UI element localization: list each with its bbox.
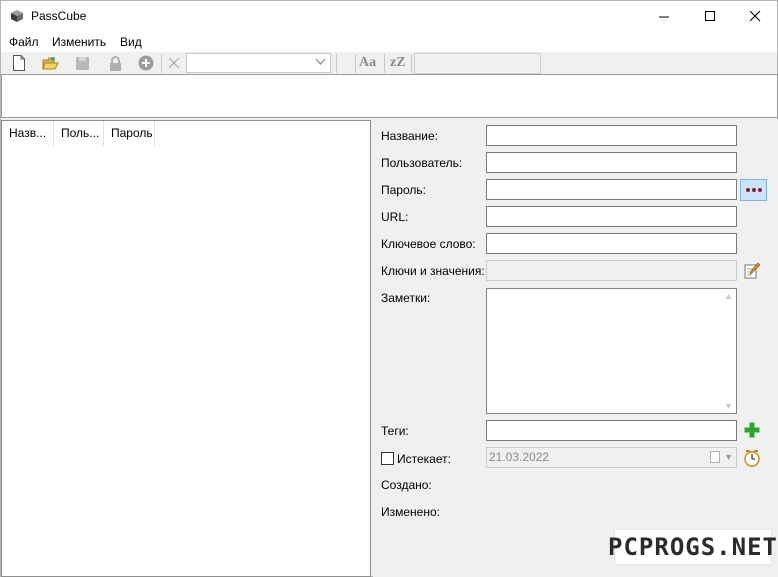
more-dots-icon (745, 188, 762, 192)
password-input[interactable] (486, 179, 737, 200)
details-panel: Название: Пользователь: Пароль: URL: Клю… (373, 119, 778, 577)
edit-note-icon[interactable] (743, 262, 761, 280)
case-sensitive-button[interactable]: Aa (359, 55, 376, 71)
chevron-down-icon (315, 58, 326, 65)
entry-description-area[interactable] (1, 74, 778, 118)
kv-input (486, 260, 737, 281)
open-file-button[interactable] (41, 54, 59, 72)
toolbar: Aa zZ (1, 52, 777, 74)
kv-label: Ключи и значения: (381, 264, 485, 278)
save-icon (75, 56, 89, 70)
clear-search-button[interactable] (165, 54, 183, 72)
expires-label: Истекает: (397, 452, 451, 466)
expires-date-picker: 21.03.2022 ▼ (486, 447, 737, 468)
name-input[interactable] (486, 125, 737, 146)
menu-view[interactable]: Вид (120, 35, 142, 49)
sort-button[interactable]: zZ (390, 55, 406, 71)
expires-checkbox[interactable] (381, 452, 394, 465)
close-icon (749, 11, 760, 22)
menu-bar: Файл Изменить Вид (1, 32, 777, 52)
search-combobox[interactable] (186, 53, 331, 73)
minimize-button[interactable] (641, 1, 687, 32)
toolbar-separator (355, 54, 356, 73)
save-button[interactable] (73, 54, 91, 72)
scroll-down-icon[interactable]: ▼ (724, 401, 733, 411)
title-bar: PassCube (1, 1, 777, 32)
menu-file[interactable]: Файл (9, 35, 39, 49)
add-entry-button[interactable] (137, 54, 155, 72)
window-title: PassCube (31, 9, 87, 23)
password-label: Пароль: (381, 183, 426, 197)
modified-label: Изменено: (381, 505, 440, 519)
app-window: PassCube Файл Изменить Вид Aa zZ Назв...… (0, 0, 778, 577)
maximize-icon (704, 11, 715, 21)
calendar-icon (710, 451, 720, 463)
scroll-up-icon[interactable]: ▲ (724, 291, 733, 301)
close-button[interactable] (732, 1, 778, 32)
entries-list[interactable]: Назв... Поль... Пароль (1, 120, 371, 577)
app-cube-icon (11, 10, 23, 22)
created-label: Создано: (381, 478, 432, 492)
keyword-input[interactable] (486, 233, 737, 254)
keyword-label: Ключевое слово: (381, 237, 476, 251)
user-input[interactable] (486, 152, 737, 173)
open-folder-icon (41, 56, 59, 69)
tags-label: Теги: (381, 424, 409, 438)
column-header-name[interactable]: Назв... (2, 121, 54, 146)
toolbar-separator (384, 54, 385, 73)
notes-label: Заметки: (381, 291, 431, 305)
lock-icon (109, 55, 121, 71)
lock-button[interactable] (106, 54, 124, 72)
add-tag-icon[interactable] (743, 421, 761, 439)
watermark: PCPROGS.NET (608, 529, 777, 565)
menu-edit[interactable]: Изменить (52, 35, 106, 49)
toolbar-separator (336, 54, 337, 73)
clock-icon[interactable] (743, 449, 761, 467)
delete-x-icon (168, 57, 179, 68)
new-file-button[interactable] (10, 54, 28, 72)
maximize-button[interactable] (687, 1, 733, 32)
toolbar-separator (161, 54, 162, 73)
name-label: Название: (381, 129, 438, 143)
minimize-icon (658, 16, 669, 18)
chevron-down-icon: ▼ (724, 452, 733, 462)
notes-textarea[interactable]: ▲ ▼ (486, 288, 737, 414)
toolbar-separator (411, 54, 412, 73)
filter-input[interactable] (414, 53, 541, 74)
url-label: URL: (381, 210, 409, 224)
add-circle-icon (138, 55, 154, 71)
column-header-password[interactable]: Пароль (104, 121, 155, 146)
column-header-user[interactable]: Поль... (54, 121, 104, 146)
user-label: Пользователь: (381, 156, 463, 170)
new-file-icon (13, 55, 25, 71)
generate-password-button[interactable] (740, 179, 767, 201)
expires-date-value: 21.03.2022 (489, 450, 550, 464)
tags-input[interactable] (486, 420, 737, 441)
url-input[interactable] (486, 206, 737, 227)
